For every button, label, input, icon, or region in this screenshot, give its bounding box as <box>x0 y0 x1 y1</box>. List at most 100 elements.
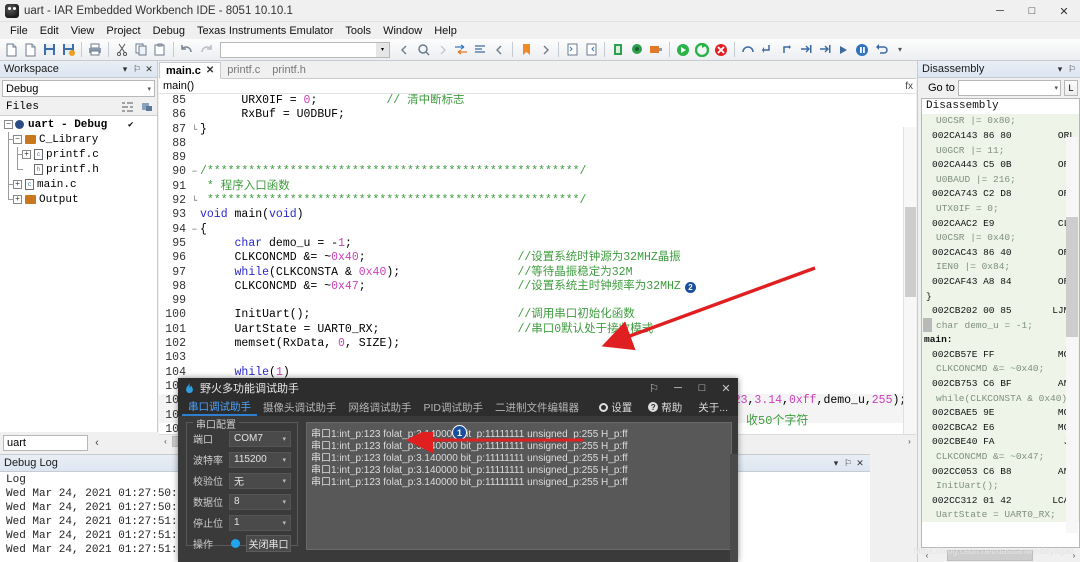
new-workspace-icon[interactable] <box>21 41 39 59</box>
scroll-right-icon[interactable]: › <box>903 437 916 446</box>
reset-target-icon[interactable] <box>872 41 890 59</box>
find-next-icon[interactable] <box>433 41 451 59</box>
save-icon[interactable] <box>40 41 58 59</box>
debug-without-download-icon[interactable] <box>628 41 646 59</box>
disassembly-listing[interactable]: Disassembly U0CSR |= 0x80;002CA143 86 80… <box>921 98 1080 548</box>
toolbar-overflow-icon[interactable]: ▾ <box>891 41 909 59</box>
go-icon[interactable] <box>674 41 692 59</box>
tree-item[interactable]: −uart - Debug✔ <box>0 117 157 132</box>
fold-marker[interactable] <box>189 137 200 151</box>
save-all-icon[interactable] <box>59 41 77 59</box>
goto-input[interactable]: ▾ <box>958 80 1061 96</box>
chevron-down-icon[interactable]: ▾ <box>282 519 286 527</box>
step-over-icon[interactable] <box>739 41 757 59</box>
menu-item-debug[interactable]: Debug <box>147 24 191 38</box>
disassembly-vertical-scrollbar[interactable] <box>1066 137 1078 533</box>
editor-vertical-scrollbar[interactable] <box>903 127 916 434</box>
about-action[interactable]: 关于... <box>692 400 734 415</box>
fold-marker[interactable] <box>189 251 200 265</box>
chevron-down-icon[interactable]: ▾ <box>376 43 389 57</box>
print-icon[interactable] <box>86 41 104 59</box>
pin-icon[interactable]: ⚐ <box>642 382 666 395</box>
menu-item-help[interactable]: Help <box>428 24 463 38</box>
serial-receive-area[interactable]: 串口1:int_p:123 folat_p:3.140000 bit_p:111… <box>306 422 732 550</box>
toolbar-search-combo[interactable]: ▾ <box>220 42 390 58</box>
goto-button[interactable]: L <box>1064 80 1078 96</box>
close-button[interactable]: ✕ <box>1048 0 1080 22</box>
fold-marker[interactable] <box>189 308 200 322</box>
expander-icon[interactable]: + <box>13 180 22 189</box>
fold-marker[interactable] <box>189 94 200 108</box>
make-icon[interactable] <box>582 41 600 59</box>
fold-marker[interactable] <box>189 337 200 351</box>
fold-marker[interactable]: └ <box>189 194 200 208</box>
chevron-down-icon[interactable]: ▾ <box>282 477 286 485</box>
expander-icon[interactable]: + <box>22 150 31 159</box>
find-prev-icon[interactable]: ‹ <box>88 437 106 449</box>
next-statement-icon[interactable] <box>796 41 814 59</box>
tree-item[interactable]: hprintf.h <box>0 162 157 177</box>
fold-marker[interactable] <box>189 351 200 365</box>
undo-icon[interactable] <box>178 41 196 59</box>
download-debug-icon[interactable] <box>609 41 627 59</box>
tab-close-icon[interactable]: ✕ <box>206 65 214 76</box>
serial-tab-3[interactable]: PID调试助手 <box>418 398 490 416</box>
scrollbar-thumb[interactable] <box>905 207 916 297</box>
fold-marker[interactable] <box>189 294 200 308</box>
new-file-icon[interactable] <box>2 41 20 59</box>
step-into-icon[interactable] <box>758 41 776 59</box>
reset-icon[interactable] <box>693 41 711 59</box>
step-out-icon[interactable] <box>777 41 795 59</box>
scrollbar-thumb[interactable] <box>1066 217 1078 337</box>
panel-menu-icon[interactable]: ▾ <box>119 64 131 75</box>
tree-item[interactable]: +Output <box>0 192 157 207</box>
break-icon[interactable] <box>853 41 871 59</box>
pin-icon[interactable]: ⚐ <box>842 458 854 469</box>
compile-icon[interactable] <box>563 41 581 59</box>
run-to-cursor-icon[interactable] <box>815 41 833 59</box>
chevron-down-icon[interactable]: ▾ <box>147 85 151 93</box>
expander-icon[interactable]: − <box>13 135 22 144</box>
panel-menu-icon[interactable]: ▾ <box>830 458 842 469</box>
serial-tab-1[interactable]: 摄像头调试助手 <box>257 398 343 416</box>
back-icon[interactable] <box>490 41 508 59</box>
fold-marker[interactable]: − <box>189 165 200 179</box>
workspace-config-select[interactable]: Debug ▾ <box>2 80 155 97</box>
minimize-button[interactable]: ─ <box>666 382 690 394</box>
tree-item[interactable]: −C_Library <box>0 132 157 147</box>
fold-marker[interactable] <box>189 151 200 165</box>
bookmark-icon[interactable] <box>517 41 535 59</box>
pin-icon[interactable]: ⚐ <box>131 64 143 75</box>
close-button[interactable]: ✕ <box>714 382 738 395</box>
forward-icon[interactable] <box>536 41 554 59</box>
tree-item[interactable]: +cprintf.c <box>0 147 157 162</box>
serial-tab-2[interactable]: 网络调试助手 <box>343 398 418 416</box>
config-select[interactable]: 8▾ <box>229 494 291 510</box>
help-action[interactable]: ?帮助 <box>642 400 688 415</box>
menu-item-edit[interactable]: Edit <box>34 24 65 38</box>
close-icon[interactable]: ✕ <box>143 64 155 75</box>
fold-marker[interactable] <box>189 208 200 222</box>
chevron-down-icon[interactable]: ▾ <box>282 498 286 506</box>
menu-item-view[interactable]: View <box>65 24 101 38</box>
function-list-icon[interactable]: fx <box>905 81 913 92</box>
config-select[interactable]: 无▾ <box>229 473 291 489</box>
copy-icon[interactable] <box>132 41 150 59</box>
fold-marker[interactable]: └ <box>189 123 200 137</box>
menu-item-project[interactable]: Project <box>100 24 146 38</box>
maximize-button[interactable]: □ <box>1016 0 1048 22</box>
config-select[interactable]: 1▾ <box>229 515 291 531</box>
tab-printf-h[interactable]: printf.h <box>266 61 312 78</box>
replace-icon[interactable] <box>452 41 470 59</box>
close-port-button[interactable]: 关闭串口 <box>246 535 291 552</box>
serial-tab-4[interactable]: 二进制文件编辑器 <box>489 398 585 416</box>
config-select[interactable]: 115200▾ <box>229 452 291 468</box>
chevron-down-icon[interactable]: ▾ <box>282 435 286 443</box>
fold-marker[interactable] <box>189 323 200 337</box>
serial-tab-0[interactable]: 串口调试助手 <box>182 398 257 416</box>
run-icon[interactable] <box>834 41 852 59</box>
attach-icon[interactable] <box>647 41 665 59</box>
menu-item-texas-instruments-emulator[interactable]: Texas Instruments Emulator <box>191 24 339 38</box>
stop-debugging-icon[interactable] <box>712 41 730 59</box>
serial-window-scrollbar[interactable] <box>730 454 738 562</box>
